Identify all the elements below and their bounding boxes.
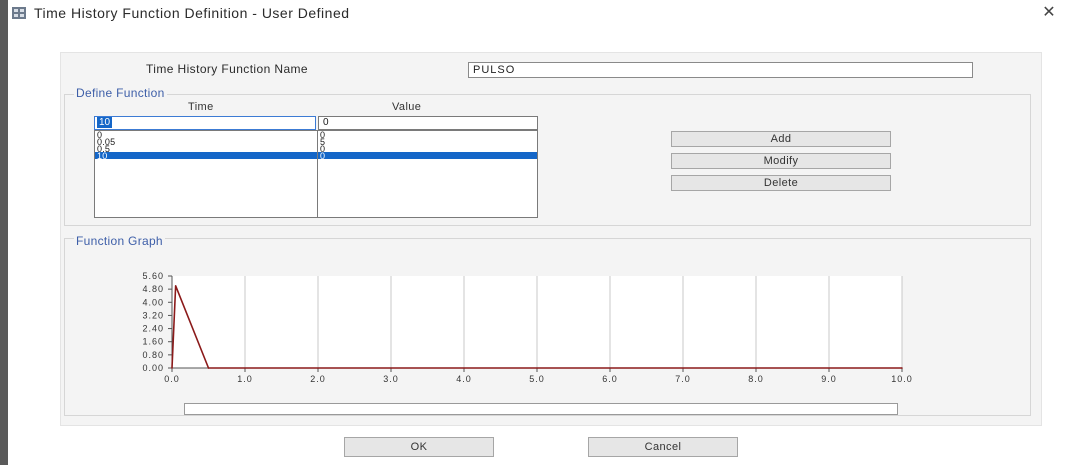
time-list-item-selected[interactable]: 10	[95, 152, 317, 161]
modify-button[interactable]: Modify	[671, 153, 891, 169]
function-name-label: Time History Function Name	[146, 62, 308, 76]
x-tick-label: 5.0	[529, 374, 545, 382]
function-data-point	[174, 285, 177, 287]
close-icon[interactable]: ✕	[1040, 4, 1058, 22]
y-tick-label: 2.40	[142, 324, 164, 334]
time-column-header: Time	[188, 101, 214, 113]
x-tick-label: 7.0	[675, 374, 691, 382]
x-tick-label: 4.0	[456, 374, 472, 382]
function-data-point	[207, 367, 210, 369]
time-edit-text: 10	[97, 117, 113, 128]
ok-button[interactable]: OK	[344, 437, 494, 457]
function-data-point	[901, 367, 903, 369]
app-icon	[12, 7, 26, 19]
y-tick-label: 0.80	[142, 350, 164, 360]
value-list-item[interactable]: 0	[318, 145, 537, 154]
x-tick-label: 3.0	[383, 374, 399, 382]
x-tick-label: 8.0	[748, 374, 764, 382]
value-edit-field[interactable]: 0	[318, 116, 538, 130]
function-graph-chart: 0.0 1.0 2.0 3.0 4.0 5.0 6.0 7.0 8.0 9.0 10.0 0.00 0.…	[142, 271, 913, 382]
function-data-point	[171, 367, 173, 369]
title-bar[interactable]: Time History Function Definition - User …	[8, 0, 1066, 26]
y-tick-label: 1.60	[142, 337, 164, 347]
function-name-input[interactable]	[468, 62, 973, 78]
time-edit-field[interactable]: 10	[94, 116, 316, 130]
window-title: Time History Function Definition - User …	[34, 5, 350, 21]
value-list-item-selected[interactable]: 0	[318, 152, 537, 161]
define-function-title: Define Function	[74, 86, 167, 100]
x-tick-label: 9.0	[821, 374, 837, 382]
y-tick-label: 5.60	[142, 271, 164, 281]
y-tick-label: 4.00	[142, 297, 164, 307]
x-tick-label: 2.0	[310, 374, 326, 382]
time-list[interactable]: 0 0.05 0.5 10	[94, 130, 318, 218]
graph-scrollbar[interactable]	[184, 403, 898, 415]
value-column-header: Value	[392, 101, 422, 113]
value-list-item[interactable]: 0	[318, 131, 537, 140]
value-list[interactable]: 0 5 0 0	[317, 130, 538, 218]
x-tick-label: 6.0	[602, 374, 618, 382]
time-list-item[interactable]: 0.05	[95, 138, 317, 147]
cancel-button[interactable]: Cancel	[588, 437, 738, 457]
add-button[interactable]: Add	[671, 131, 891, 147]
delete-button[interactable]: Delete	[671, 175, 891, 191]
x-tick-label: 10.0	[891, 374, 913, 382]
time-list-item[interactable]: 0.5	[95, 145, 317, 154]
value-list-item[interactable]: 5	[318, 138, 537, 147]
y-tick-label: 4.80	[142, 284, 164, 294]
x-tick-label: 1.0	[237, 374, 253, 382]
y-tick-label: 0.00	[142, 363, 164, 373]
y-tick-label: 3.20	[142, 310, 164, 320]
x-tick-label: 0.0	[164, 374, 180, 382]
time-list-item[interactable]: 0	[95, 131, 317, 140]
function-graph-title: Function Graph	[74, 234, 165, 248]
